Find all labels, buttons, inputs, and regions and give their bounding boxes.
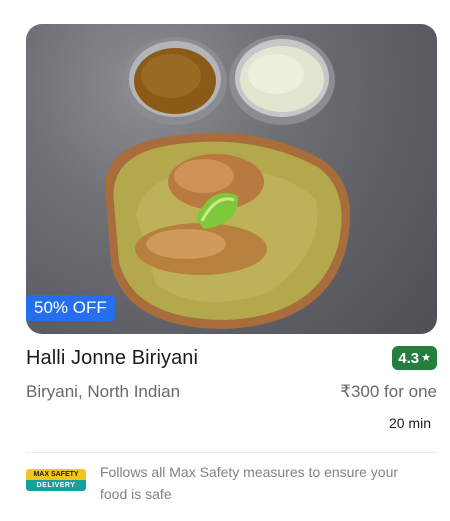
info-row: Biryani, North Indian ₹300 for one: [26, 380, 437, 404]
safety-logo-top: MAX SAFETY: [26, 469, 86, 480]
safety-row: MAX SAFETY DELIVERY Follows all Max Safe…: [26, 461, 437, 505]
time-row: 20 min: [26, 412, 437, 434]
rating-badge: 4.3 ★: [392, 346, 437, 370]
restaurant-image[interactable]: 50% OFF: [26, 24, 437, 334]
delivery-time: 20 min: [388, 415, 431, 431]
star-icon: ★: [421, 351, 431, 364]
rating-value: 4.3: [398, 349, 420, 367]
cuisine-text: Biryani, North Indian: [26, 382, 181, 401]
offer-badge: 50% OFF: [26, 295, 115, 321]
price-text: ₹300 for one: [340, 382, 437, 401]
safety-logo-bottom: DELIVERY: [26, 480, 86, 491]
restaurant-card[interactable]: 50% OFF Halli Jonne Biriyani 4.3 ★ Birya…: [26, 24, 437, 505]
restaurant-name[interactable]: Halli Jonne Biriyani: [26, 347, 198, 370]
safety-text: Follows all Max Safety measures to ensur…: [100, 464, 399, 502]
food-photo: [104, 35, 351, 329]
divider: [26, 452, 437, 453]
max-safety-logo-icon: MAX SAFETY DELIVERY: [26, 469, 86, 491]
title-row: Halli Jonne Biriyani 4.3 ★: [26, 346, 437, 370]
